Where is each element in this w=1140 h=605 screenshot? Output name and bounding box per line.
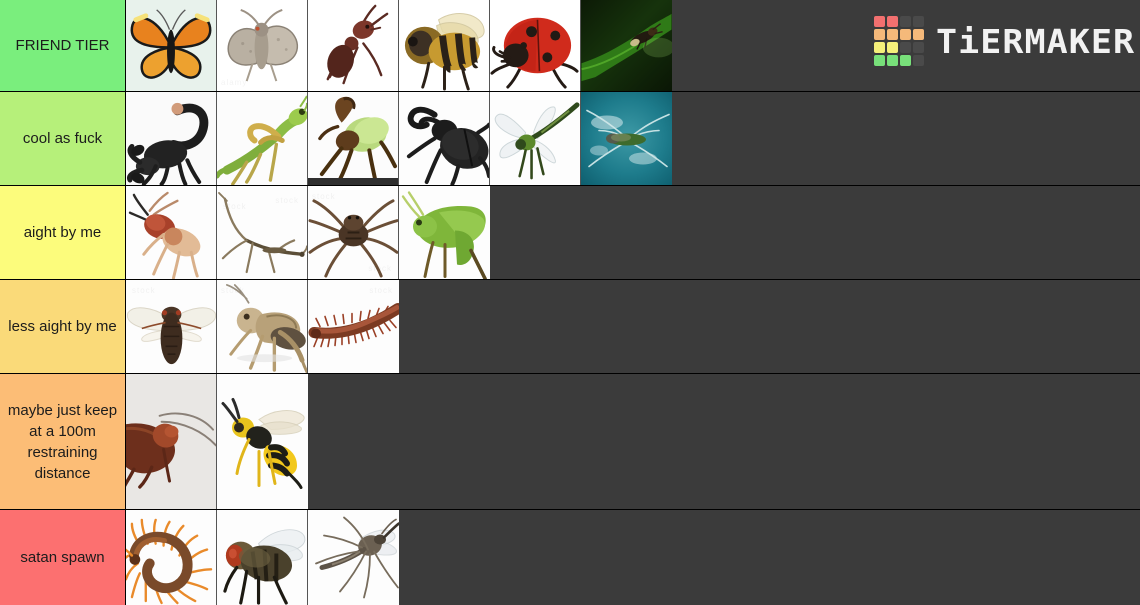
logo-cell-r4-c2 bbox=[887, 55, 899, 66]
tier-row: maybe just keep at a 100m restraining di… bbox=[0, 374, 1140, 510]
tier-item-spider[interactable]: stock stock bbox=[308, 186, 399, 279]
tier-item-housefly[interactable] bbox=[217, 510, 308, 605]
tier-item-centipede[interactable] bbox=[126, 510, 217, 605]
tier-item-dragonfly[interactable] bbox=[490, 92, 581, 185]
logo-cell-r3-c3 bbox=[900, 42, 912, 53]
logo-cell-r1-c1 bbox=[874, 16, 886, 27]
tier-item-monarch-butterfly[interactable] bbox=[126, 0, 217, 91]
tier-item-termite[interactable] bbox=[126, 186, 217, 279]
tier-items-3: stock stock stock stock bbox=[126, 186, 1140, 279]
tier-item-ladybug[interactable] bbox=[490, 0, 581, 91]
tiermaker-logo: TiERMAKER bbox=[874, 16, 1134, 66]
logo-cell-r2-c3 bbox=[900, 29, 912, 40]
logo-cell-r4-c1 bbox=[874, 55, 886, 66]
tier-label-2[interactable]: cool as fuck bbox=[0, 92, 126, 185]
tier-item-honeybee[interactable] bbox=[399, 0, 490, 91]
logo-cell-r4-c3 bbox=[900, 55, 912, 66]
tier-label-3[interactable]: aight by me bbox=[0, 186, 126, 279]
logo-cell-r1-c3 bbox=[900, 16, 912, 27]
tier-row: aight by me stock stock stock stock bbox=[0, 186, 1140, 280]
logo-cell-r1-c4 bbox=[913, 16, 925, 27]
tier-row: cool as fuck bbox=[0, 92, 1140, 186]
tier-list-board: FRIEND TIER alamy cool as fuck aight by me s… bbox=[0, 0, 1140, 605]
tiermaker-logo-text: TiERMAKER bbox=[936, 21, 1136, 61]
logo-cell-r2-c1 bbox=[874, 29, 886, 40]
tier-item-cicada[interactable]: stock bbox=[126, 280, 217, 373]
logo-cell-r2-c2 bbox=[887, 29, 899, 40]
tier-items-5 bbox=[126, 374, 1140, 509]
tier-label-5[interactable]: maybe just keep at a 100m restraining di… bbox=[0, 374, 126, 509]
tier-rows-container: FRIEND TIER alamy cool as fuck aight by me s… bbox=[0, 0, 1140, 605]
tier-items-4: stock stock stock bbox=[126, 280, 1140, 373]
tier-item-stick-insect[interactable]: stock stock bbox=[217, 186, 308, 279]
logo-cell-r3-c4 bbox=[913, 42, 925, 53]
tier-item-mosquito[interactable] bbox=[308, 510, 399, 605]
tier-item-water-strider[interactable] bbox=[581, 92, 672, 185]
logo-cell-r2-c4 bbox=[913, 29, 925, 40]
tier-item-firefly-on-leaf[interactable] bbox=[581, 0, 672, 91]
tiermaker-logo-grid-icon bbox=[874, 16, 925, 66]
tier-item-ant[interactable] bbox=[308, 0, 399, 91]
tier-row: satan spawn bbox=[0, 510, 1140, 605]
tier-item-moth[interactable]: alamy bbox=[217, 0, 308, 91]
tier-item-cockroach[interactable] bbox=[126, 374, 217, 509]
tier-item-stag-beetle[interactable] bbox=[399, 92, 490, 185]
tier-item-grasshopper[interactable] bbox=[399, 186, 490, 279]
logo-cell-r3-c1 bbox=[874, 42, 886, 53]
tier-item-millipede[interactable]: stock bbox=[308, 280, 399, 373]
tier-item-scorpion[interactable] bbox=[126, 92, 217, 185]
logo-cell-r3-c2 bbox=[887, 42, 899, 53]
tier-items-6 bbox=[126, 510, 1140, 605]
tier-item-wasp[interactable] bbox=[217, 374, 308, 509]
tier-item-praying-mantis[interactable] bbox=[217, 92, 308, 185]
tier-row: less aight by me stock stock stock bbox=[0, 280, 1140, 374]
tier-item-rhinoceros-beetle[interactable] bbox=[308, 92, 399, 185]
tier-label-6[interactable]: satan spawn bbox=[0, 510, 126, 605]
logo-cell-r4-c4 bbox=[913, 55, 925, 66]
logo-cell-r1-c2 bbox=[887, 16, 899, 27]
tier-label-1[interactable]: FRIEND TIER bbox=[0, 0, 126, 91]
tier-label-4[interactable]: less aight by me bbox=[0, 280, 126, 373]
tier-items-2 bbox=[126, 92, 1140, 185]
tier-item-cricket[interactable]: stock bbox=[217, 280, 308, 373]
